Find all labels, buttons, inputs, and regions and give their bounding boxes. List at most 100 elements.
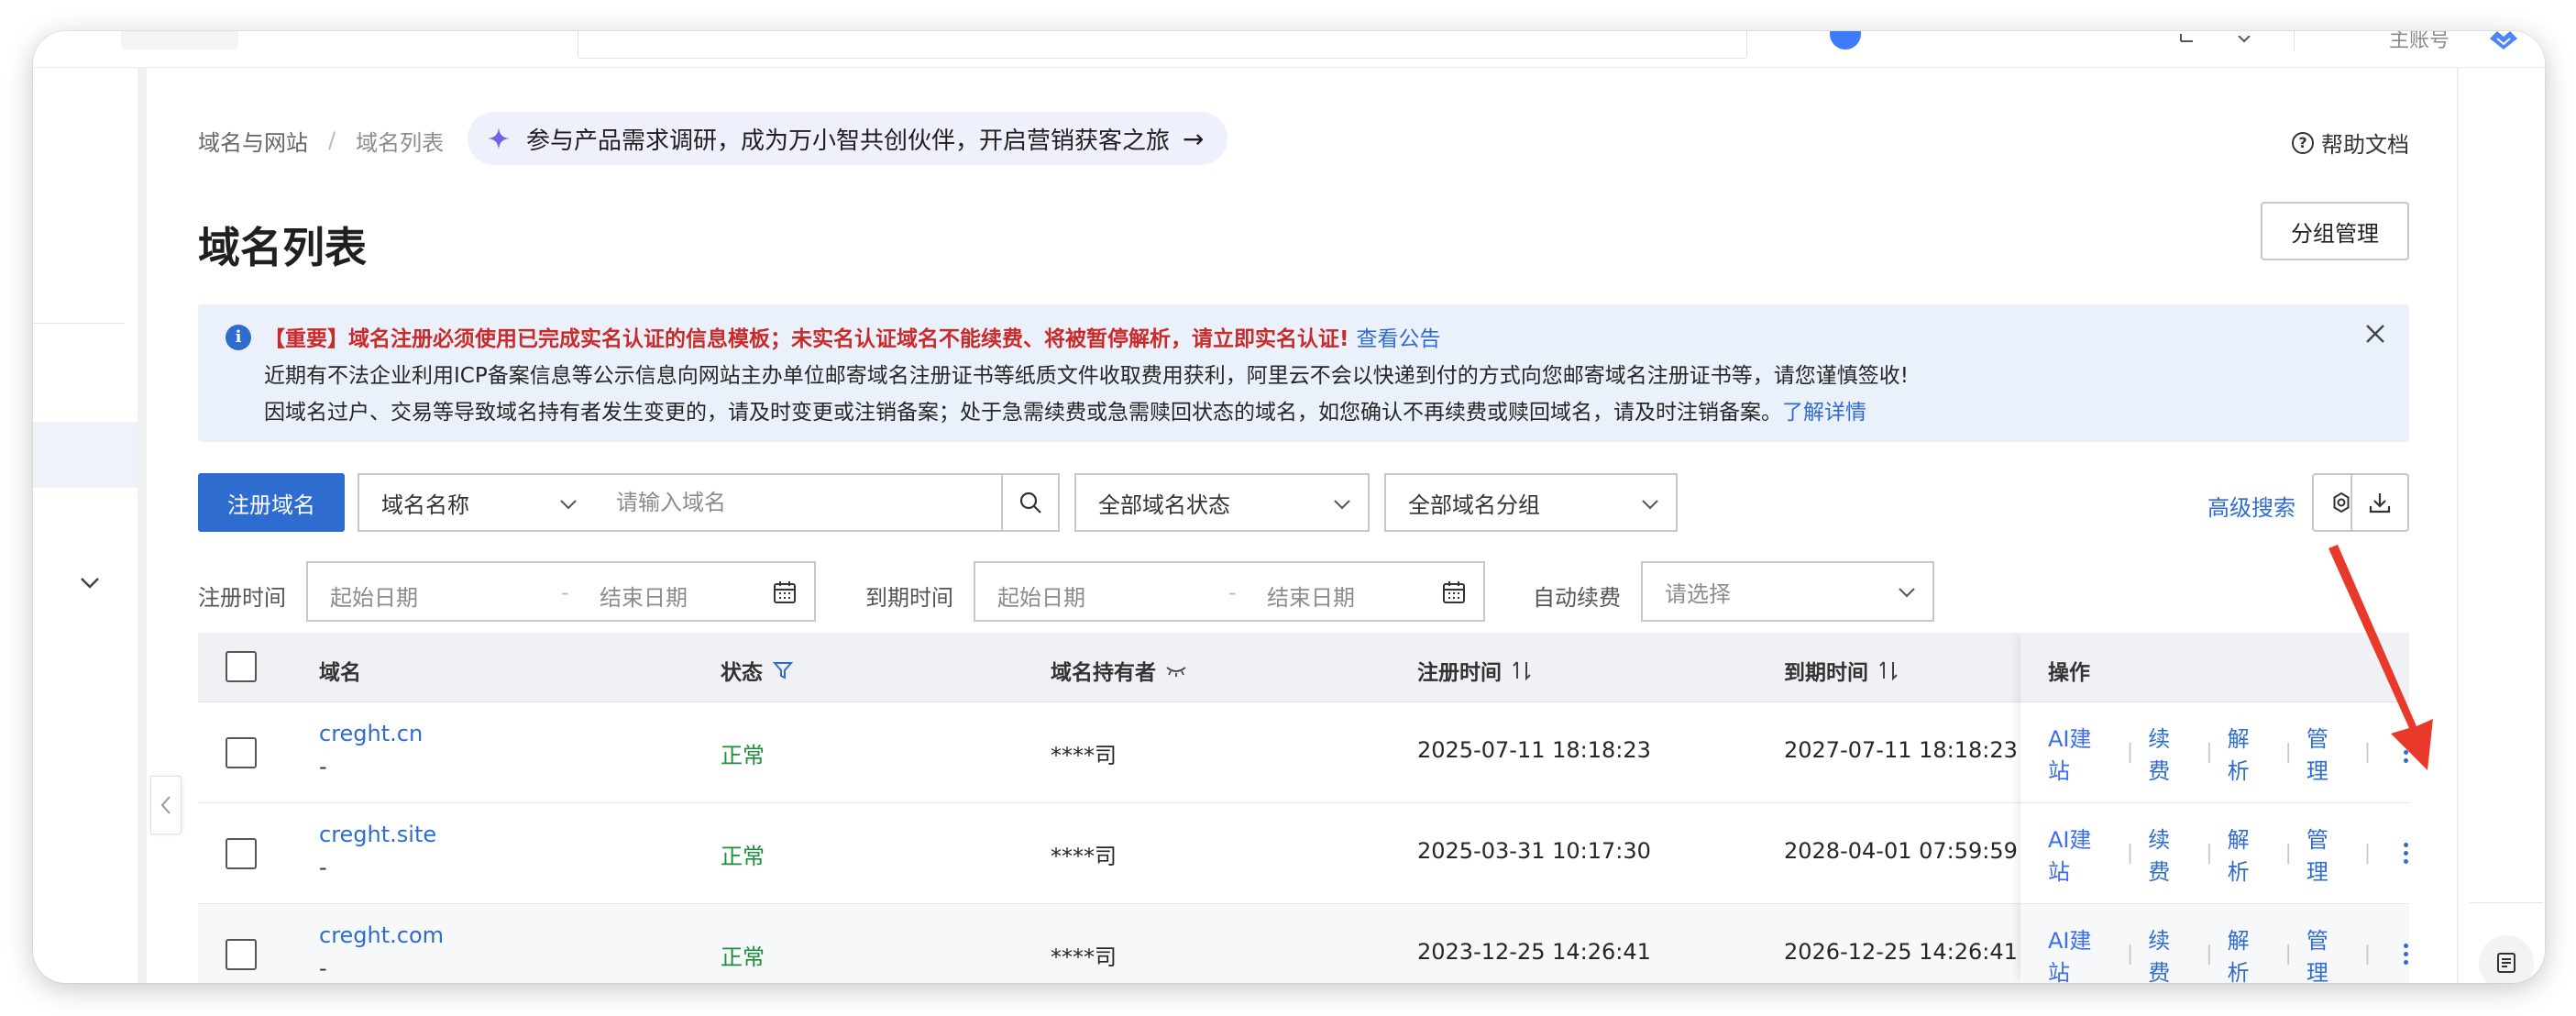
domain-group-value: 全部域名分组 bbox=[1408, 491, 1540, 518]
expire-date-range-picker[interactable]: 起始日期 - 结束日期 bbox=[974, 561, 1485, 622]
domain-status-value: 全部域名状态 bbox=[1098, 491, 1230, 518]
auto-renew-select[interactable]: 请选择 bbox=[1641, 561, 1934, 622]
domain-table: 域名 状态 域名持有者 注册时间 到期时间 creght.cn - 正常 ***… bbox=[198, 633, 2409, 983]
row-checkbox[interactable] bbox=[226, 737, 257, 768]
action-separator: | bbox=[2126, 842, 2134, 865]
account-badge-icon[interactable] bbox=[2488, 31, 2519, 51]
action-separator: | bbox=[2284, 842, 2292, 865]
cart-icon[interactable] bbox=[2178, 31, 2196, 44]
close-icon[interactable] bbox=[2363, 321, 2387, 353]
auto-renew-label: 自动续费 bbox=[1533, 585, 1621, 611]
domain-link[interactable]: creght.cn bbox=[319, 721, 423, 746]
dns-resolve-link[interactable]: 解析 bbox=[2228, 922, 2271, 984]
action-separator: | bbox=[2363, 741, 2372, 764]
select-all-checkbox[interactable] bbox=[226, 651, 257, 682]
expire-time-label: 到期时间 bbox=[865, 585, 953, 611]
reg-date-range-picker[interactable]: 起始日期 - 结束日期 bbox=[306, 561, 816, 622]
renew-link[interactable]: 续费 bbox=[2148, 922, 2191, 984]
expire-time-text: 2026-12-25 14:26:41 bbox=[1784, 939, 2018, 965]
domain-search-input[interactable] bbox=[594, 473, 1003, 532]
dns-resolve-link[interactable]: 解析 bbox=[2228, 822, 2271, 886]
main-content: 域名与网站 / 域名列表 参与产品需求调研，成为万小智共创伙伴，开启营销获客之旅… bbox=[198, 68, 2433, 983]
chevron-down-icon bbox=[560, 500, 577, 510]
collapse-sidebar-button[interactable] bbox=[150, 776, 182, 834]
action-separator: | bbox=[2206, 943, 2213, 966]
domain-link[interactable]: creght.com bbox=[319, 922, 444, 948]
notice-line-fraud-warning: 近期有不法企业利用ICP备案信息等公示信息向网站主办单位邮寄域名注册证书等纸质文… bbox=[264, 364, 1909, 388]
export-button[interactable] bbox=[2350, 473, 2409, 532]
register-domain-button[interactable]: 注册域名 bbox=[198, 473, 345, 532]
reg-end-date[interactable]: 结束日期 bbox=[600, 580, 688, 612]
manage-link[interactable]: 管理 bbox=[2306, 721, 2350, 785]
sort-icon bbox=[1513, 661, 1531, 681]
feedback-icon bbox=[2497, 953, 2515, 973]
domain-group-select[interactable]: 全部域名分组 bbox=[1384, 473, 1678, 532]
account-label: 主账号 bbox=[2389, 31, 2450, 52]
eye-closed-icon[interactable] bbox=[1165, 664, 1187, 677]
domain-link[interactable]: creght.site bbox=[319, 822, 436, 847]
renew-link[interactable]: 续费 bbox=[2148, 721, 2191, 785]
col-reg-time[interactable]: 注册时间 bbox=[1417, 655, 1533, 686]
question-icon: ? bbox=[2292, 131, 2314, 154]
col-expire-time[interactable]: 到期时间 bbox=[1784, 655, 1899, 686]
renew-link[interactable]: 续费 bbox=[2148, 822, 2191, 886]
row-checkbox[interactable] bbox=[226, 838, 257, 869]
breadcrumb-item-domains-websites[interactable]: 域名与网站 bbox=[198, 125, 308, 157]
more-actions-icon[interactable] bbox=[2402, 742, 2409, 763]
expire-start-date[interactable]: 起始日期 bbox=[997, 580, 1085, 612]
help-docs-link[interactable]: ? 帮助文档 bbox=[2292, 127, 2409, 159]
info-icon: i bbox=[226, 325, 251, 350]
filter-row: 注册时间 起始日期 - 结束日期 到期时间 起始日期 - 结束日期 自动续费 请… bbox=[198, 561, 2409, 622]
notice-line-important: 【重要】域名注册必须使用已完成实名认证的信息模板；未实名认证域名不能续费、将被暂… bbox=[264, 321, 1441, 352]
more-actions-icon[interactable] bbox=[2402, 944, 2409, 965]
ai-site-builder-link[interactable]: AI建站 bbox=[2048, 922, 2112, 984]
top-bar: 主账号 bbox=[33, 31, 2545, 68]
action-separator: | bbox=[2363, 842, 2372, 865]
manage-link[interactable]: 管理 bbox=[2306, 922, 2350, 984]
page-title: 域名列表 bbox=[198, 223, 367, 272]
status-text: 正常 bbox=[721, 743, 765, 768]
sort-icon bbox=[1879, 661, 1898, 681]
ai-site-builder-link[interactable]: AI建站 bbox=[2048, 721, 2112, 785]
chevron-down-icon bbox=[1334, 500, 1350, 510]
range-dash: - bbox=[1228, 580, 1237, 605]
notice-icp-text: 因域名过户、交易等导致域名持有者发生变更的，请及时变更或注销备案；处于急需续费或… bbox=[264, 401, 1782, 425]
view-announcement-link[interactable]: 查看公告 bbox=[1357, 327, 1441, 351]
action-separator: | bbox=[2206, 842, 2213, 865]
survey-promo-banner[interactable]: 参与产品需求调研，成为万小智共创伙伴，开启营销获客之旅 → bbox=[468, 112, 1228, 165]
domain-remark: - bbox=[319, 754, 327, 779]
group-manage-button[interactable]: 分组管理 bbox=[2261, 202, 2409, 260]
manage-link[interactable]: 管理 bbox=[2306, 822, 2350, 886]
chevron-down-icon[interactable] bbox=[2237, 31, 2255, 44]
right-rail bbox=[2457, 68, 2545, 983]
filter-icon[interactable] bbox=[772, 659, 794, 681]
notice-line-icp: 因域名过户、交易等导致域名持有者发生变更的，请及时变更或注销备案；处于急需续费或… bbox=[264, 394, 1866, 425]
logo[interactable] bbox=[121, 31, 238, 50]
sparkle-icon bbox=[488, 127, 510, 149]
reg-start-date[interactable]: 起始日期 bbox=[330, 580, 418, 612]
global-search-box[interactable] bbox=[578, 31, 1747, 59]
arrow-right-icon: → bbox=[1183, 123, 1205, 154]
advanced-search-link[interactable]: 高级搜索 bbox=[2207, 490, 2295, 522]
row-checkbox[interactable] bbox=[226, 939, 257, 970]
ai-site-builder-link[interactable]: AI建站 bbox=[2048, 822, 2112, 886]
search-icon bbox=[1019, 491, 1041, 514]
dns-resolve-link[interactable]: 解析 bbox=[2228, 721, 2271, 785]
domain-status-select[interactable]: 全部域名状态 bbox=[1074, 473, 1370, 532]
nav-item-active[interactable] bbox=[33, 422, 138, 488]
search-button[interactable] bbox=[1001, 473, 1060, 532]
learn-more-link[interactable]: 了解详情 bbox=[1782, 401, 1866, 425]
expire-end-date[interactable]: 结束日期 bbox=[1267, 580, 1355, 612]
action-separator: | bbox=[2126, 741, 2134, 764]
search-field-value: 域名名称 bbox=[381, 491, 469, 518]
expire-time-text: 2028-04-01 07:59:59 bbox=[1784, 838, 2018, 864]
notice-important-text: 【重要】域名注册必须使用已完成实名认证的信息模板；未实名认证域名不能续费、将被暂… bbox=[264, 327, 1349, 351]
feedback-button[interactable] bbox=[2479, 935, 2534, 983]
chevron-down-icon bbox=[1642, 500, 1658, 510]
search-field-select[interactable]: 域名名称 bbox=[358, 473, 596, 532]
divider bbox=[2294, 31, 2295, 51]
avatar[interactable] bbox=[1830, 31, 1861, 50]
chevron-down-icon[interactable] bbox=[77, 570, 103, 596]
more-actions-icon[interactable] bbox=[2402, 843, 2409, 864]
action-separator: | bbox=[2284, 741, 2292, 764]
